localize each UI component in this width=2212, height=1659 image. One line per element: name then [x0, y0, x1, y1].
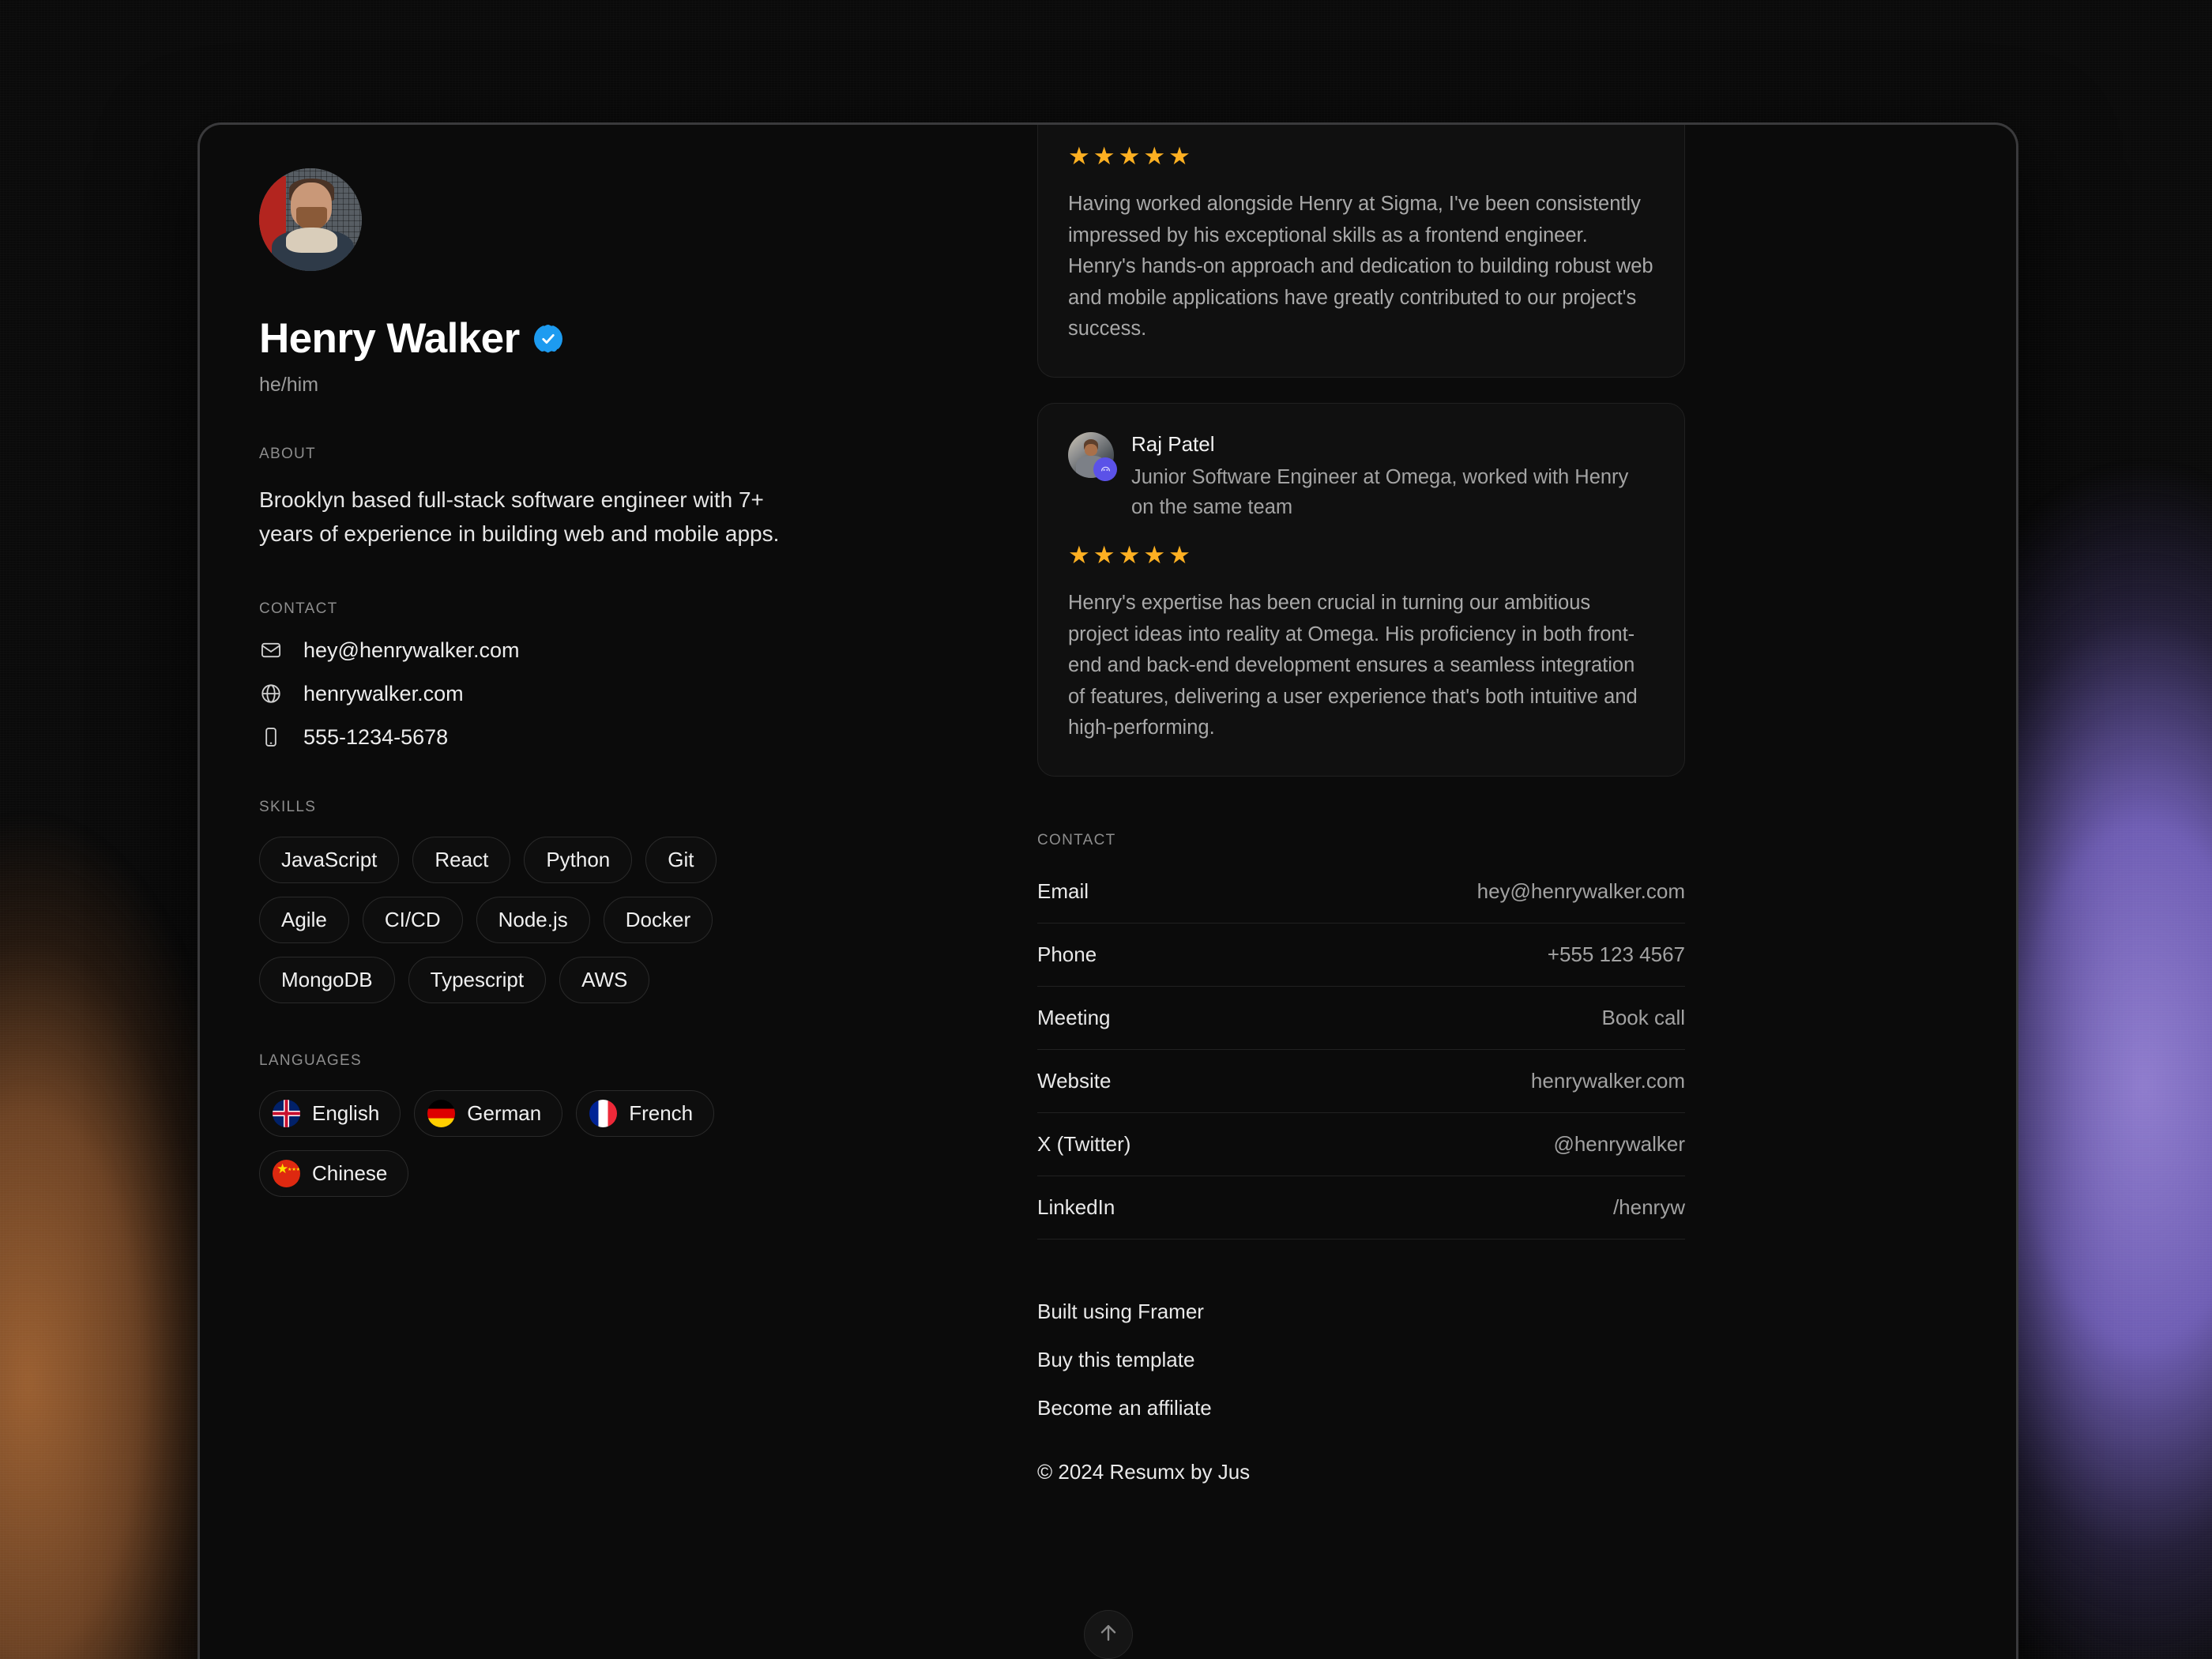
skill-chip[interactable]: Docker: [603, 896, 713, 943]
resume-page: Henry Walker he/him ABOUT Brooklyn based…: [200, 125, 2016, 1659]
rating-stars: ★★★★★: [1068, 142, 1194, 170]
language-chip[interactable]: German: [414, 1089, 563, 1137]
language-chip[interactable]: French: [576, 1089, 715, 1137]
flag-fr-icon: [589, 1099, 618, 1127]
contact-table-row[interactable]: Phone +555 123 4567: [1037, 924, 1685, 987]
testimonial-quote: Having worked alongside Henry at Sigma, …: [1068, 193, 1653, 340]
contact-row-value: /henryw: [1612, 1194, 1685, 1219]
testimonial-author-role: Junior Software Engineer at Omega, worke…: [1131, 465, 1629, 518]
contact-email-text: hey@henrywalker.com: [303, 638, 520, 662]
contact-website-row[interactable]: henrywalker.com: [259, 682, 1037, 706]
skills-label: SKILLS: [259, 798, 317, 815]
contact-row-key: Website: [1037, 1068, 1112, 1093]
footer-link[interactable]: Buy this template: [1037, 1348, 1685, 1372]
contact-row-value: +555 123 4567: [1547, 942, 1685, 966]
contact-sidebar-label: CONTACT: [259, 600, 338, 617]
testimonial-card: Raj Patel Junior Software Engineer at Om…: [1037, 402, 1685, 777]
footer-link[interactable]: Built using Framer: [1037, 1300, 1685, 1324]
skill-chip[interactable]: Git: [645, 836, 717, 883]
pronouns: he/him: [259, 374, 319, 396]
language-label: English: [312, 1100, 380, 1125]
language-chip[interactable]: Chinese: [259, 1149, 409, 1197]
profile-name-row: Henry Walker: [259, 314, 1037, 363]
contact-row-key: Email: [1037, 878, 1089, 903]
verified-badge-icon: [533, 324, 562, 353]
contact-row-value: Book call: [1601, 1005, 1686, 1029]
about-label: ABOUT: [259, 446, 316, 462]
contact-phone-text: 555-1234-5678: [303, 724, 449, 749]
browser-window: Henry Walker he/him ABOUT Brooklyn based…: [198, 122, 2018, 1659]
page-title: Henry Walker: [259, 315, 520, 362]
skill-chip[interactable]: Python: [524, 836, 633, 883]
skill-chip[interactable]: Agile: [259, 896, 349, 943]
platform-badge-icon: [1093, 457, 1117, 481]
language-label: Chinese: [312, 1161, 388, 1185]
contact-table-row[interactable]: Email hey@henrywalker.com: [1037, 879, 1685, 924]
contact-table-row[interactable]: Meeting Book call: [1037, 987, 1685, 1050]
skill-chip[interactable]: Node.js: [476, 896, 590, 943]
flag-uk-icon: [273, 1099, 300, 1127]
contact-row-key: X (Twitter): [1037, 1131, 1131, 1156]
language-label: French: [629, 1100, 694, 1125]
flag-cn-icon: [273, 1159, 300, 1187]
contact-table-row[interactable]: Website henrywalker.com: [1037, 1050, 1685, 1113]
scroll-to-top-button[interactable]: [1083, 1610, 1133, 1659]
copyright-text: © 2024 Resumx by Jus: [1037, 1459, 1251, 1484]
contact-row-value: henrywalker.com: [1530, 1068, 1685, 1093]
language-chip[interactable]: English: [259, 1089, 401, 1137]
globe-icon: [259, 682, 283, 705]
skills-list: JavaScript React Python Git Agile CI/CD Node.j…: [259, 836, 733, 1003]
flag-de-icon: [427, 1099, 456, 1127]
languages-list: English German French Chinese: [259, 1089, 733, 1197]
contact-table-row[interactable]: LinkedIn/henryw: [1037, 1176, 1685, 1240]
avatar: [1068, 431, 1117, 481]
rating-stars: ★★★★★: [1068, 541, 1194, 570]
contact-table-row[interactable]: X (Twitter) @henrywalker: [1037, 1113, 1685, 1176]
skill-chip[interactable]: React: [412, 836, 511, 883]
contact-row-key: Meeting: [1037, 1005, 1111, 1029]
profile-sidebar: Henry Walker he/him ABOUT Brooklyn based…: [200, 125, 1037, 1659]
testimonial-quote: Henry's expertise has been crucial in tu…: [1068, 592, 1638, 739]
footer-links: Built using Framer Buy this template Becom…: [1037, 1300, 1685, 1420]
skill-chip[interactable]: CI/CD: [362, 896, 463, 943]
contact-website-text: henrywalker.com: [303, 681, 464, 705]
contact-phone-row[interactable]: 555-1234-5678: [259, 725, 1037, 750]
contact-table: Email hey@henrywalker.com Phone +555 123 45…: [1037, 879, 1685, 1240]
testimonial-header: Raj Patel Junior Software Engineer at Om…: [1068, 431, 1654, 523]
contact-email-row[interactable]: hey@henrywalker.com: [259, 638, 1037, 663]
main-content: ★★★★★ Having worked alongside Henry at S…: [1037, 125, 2016, 1659]
skill-chip[interactable]: MongoDB: [259, 956, 395, 1003]
language-label: German: [467, 1100, 542, 1125]
contact-row-key: Phone: [1037, 942, 1097, 966]
contact-table-label: CONTACT: [1037, 831, 1116, 848]
contact-row-value: @henrywalker: [1553, 1131, 1685, 1156]
mail-icon: [259, 638, 283, 662]
contact-row-key: LinkedIn: [1037, 1194, 1115, 1219]
languages-label: LANGUAGES: [259, 1051, 362, 1069]
testimonial-card: ★★★★★ Having worked alongside Henry at S…: [1037, 125, 1685, 378]
avatar: [259, 168, 362, 271]
contact-sidebar-list: hey@henrywalker.com henrywalker.com 555-…: [259, 638, 1037, 750]
testimonial-author-name: Raj Patel: [1131, 431, 1215, 456]
phone-icon: [259, 725, 283, 749]
arrow-up-icon: [1097, 1621, 1120, 1649]
about-text: Brooklyn based full-stack software engin…: [259, 487, 780, 546]
skill-chip[interactable]: Typescript: [408, 956, 547, 1003]
footer-link[interactable]: Become an affiliate: [1037, 1396, 1685, 1420]
skill-chip[interactable]: JavaScript: [259, 836, 400, 883]
skill-chip[interactable]: AWS: [559, 956, 650, 1003]
contact-row-value: hey@henrywalker.com: [1477, 878, 1685, 903]
